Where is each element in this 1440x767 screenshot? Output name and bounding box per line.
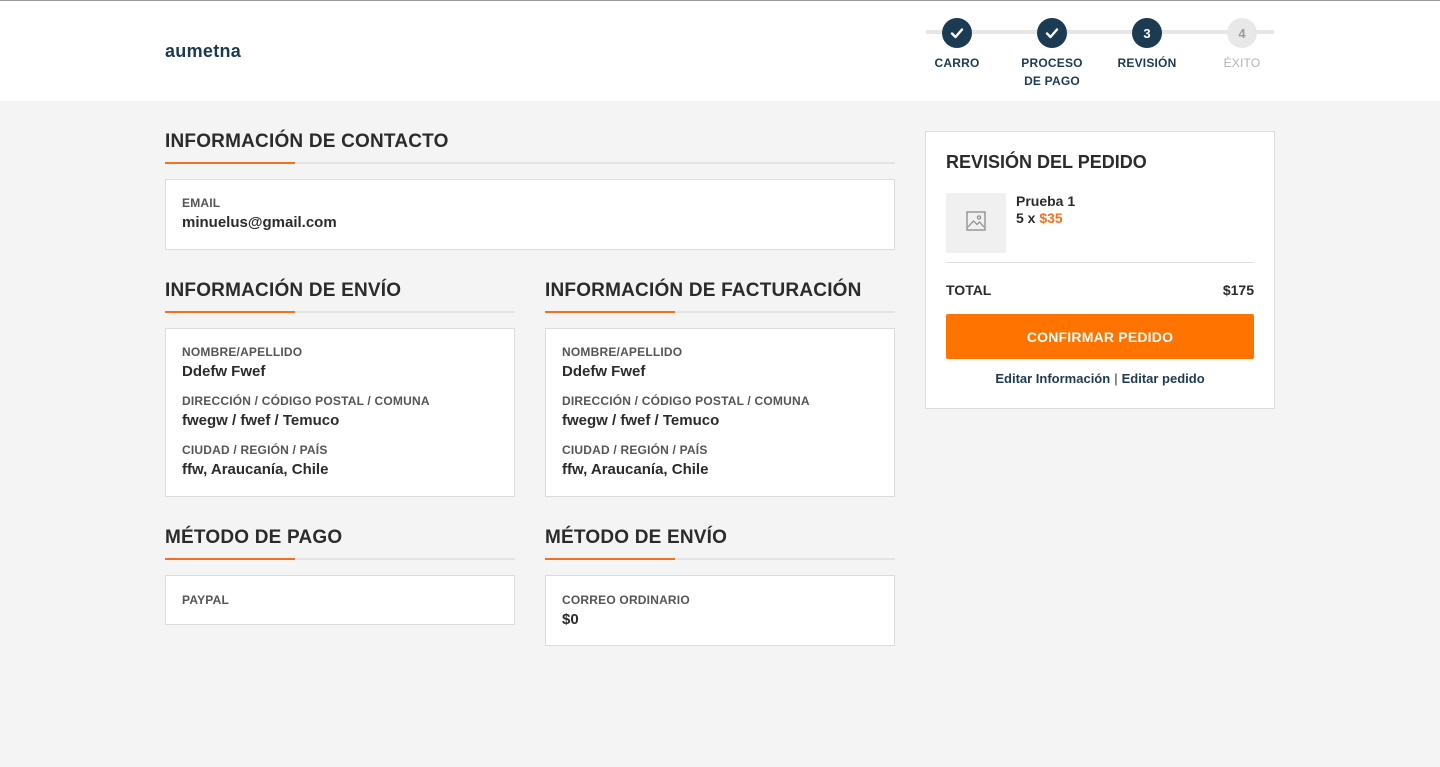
step-exito-label: ÉXITO (1223, 56, 1261, 70)
product-thumbnail (946, 193, 1006, 253)
step-exito-number: 4 (1227, 18, 1257, 48)
payment-method-value: PAYPAL (182, 593, 229, 607)
shipping-address-label: DIRECCIÓN / CÓDIGO POSTAL / COMUNA (182, 394, 430, 408)
step-revision: 3 REVISIÓN (1097, 18, 1197, 72)
payment-card: PAYPAL (165, 575, 515, 625)
billing-address-value: fwegw / fwef / Temuco (562, 412, 720, 429)
confirm-order-button[interactable]: CONFIRMAR PEDIDO (946, 314, 1254, 359)
delivery-section-title: MÉTODO DE ENVÍO (545, 527, 728, 548)
contact-section-title: INFORMACIÓN DE CONTACTO (165, 131, 449, 152)
contact-card: EMAIL minuelus@gmail.com (165, 179, 895, 250)
shipping-city-value: ffw, Araucanía, Chile (182, 461, 329, 478)
step-proceso-label: PROCESO DE PAGO (1021, 56, 1083, 88)
billing-city-value: ffw, Araucanía, Chile (562, 461, 709, 478)
billing-address-label: DIRECCIÓN / CÓDIGO POSTAL / COMUNA (562, 394, 810, 408)
email-label: EMAIL (182, 196, 221, 210)
billing-city-label: CIUDAD / REGIÓN / PAÍS (562, 443, 708, 457)
delivery-cost-value: $0 (562, 611, 579, 628)
edit-links: Editar Información | Editar pedido (926, 371, 1274, 386)
step-carro-label: CARRO (934, 56, 980, 70)
shipping-divider-accent (165, 311, 295, 313)
summary-divider (946, 262, 1254, 263)
step-carro: CARRO (907, 18, 1007, 72)
shipping-card: NOMBRE/APELLIDO Ddefw Fwef DIRECCIÓN / C… (165, 328, 515, 497)
shipping-address-value: fwegw / fwef / Temuco (182, 412, 340, 429)
total-value: $175 (1222, 282, 1254, 298)
product-name: Prueba 1 (1016, 193, 1076, 209)
billing-name-label: NOMBRE/APELLIDO (562, 345, 683, 359)
links-separator: | (1114, 371, 1118, 386)
order-summary-title: REVISIÓN DEL PEDIDO (946, 152, 1147, 172)
billing-section-title: INFORMACIÓN DE FACTURACIÓN (545, 280, 862, 301)
total-label: TOTAL (946, 282, 992, 298)
step-revision-number: 3 (1132, 18, 1162, 48)
checkout-progress-steps: CARRO PROCESO DE PAGO 3 REVISIÓN 4 ÉXITO (910, 15, 1290, 95)
delivery-method-label: CORREO ORDINARIO (562, 593, 690, 607)
delivery-card: CORREO ORDINARIO $0 (545, 575, 895, 646)
email-value: minuelus@gmail.com (182, 214, 337, 231)
delivery-divider-accent (545, 558, 675, 560)
order-summary-panel: REVISIÓN DEL PEDIDO Prueba 1 5 x $35 TOT… (925, 131, 1275, 409)
payment-section-title: MÉTODO DE PAGO (165, 527, 343, 548)
step-proceso-de-pago: PROCESO DE PAGO (1002, 18, 1102, 90)
edit-order-link[interactable]: Editar pedido (1122, 371, 1205, 386)
edit-information-link[interactable]: Editar Información (995, 371, 1110, 386)
billing-card: NOMBRE/APELLIDO Ddefw Fwef DIRECCIÓN / C… (545, 328, 895, 497)
shipping-name-label: NOMBRE/APELLIDO (182, 345, 303, 359)
billing-divider-accent (545, 311, 675, 313)
billing-name-value: Ddefw Fwef (562, 363, 646, 380)
step-proceso-check-icon (1037, 18, 1067, 48)
step-exito: 4 ÉXITO (1192, 18, 1292, 72)
contact-divider-accent (165, 162, 295, 164)
shipping-section-title: INFORMACIÓN DE ENVÍO (165, 280, 402, 301)
shipping-name-value: Ddefw Fwef (182, 363, 266, 380)
image-placeholder-icon (966, 210, 986, 236)
site-logo[interactable]: aumetna (165, 41, 241, 62)
step-carro-check-icon (942, 18, 972, 48)
top-header: aumetna CARRO PROCESO DE PAGO 3 REVISIÓN (0, 0, 1440, 101)
payment-divider-accent (165, 558, 295, 560)
product-quantity-price: 5 x $35 (1016, 210, 1063, 226)
shipping-city-label: CIUDAD / REGIÓN / PAÍS (182, 443, 328, 457)
product-unit-price: $35 (1039, 210, 1063, 226)
step-revision-label: REVISIÓN (1117, 56, 1177, 70)
